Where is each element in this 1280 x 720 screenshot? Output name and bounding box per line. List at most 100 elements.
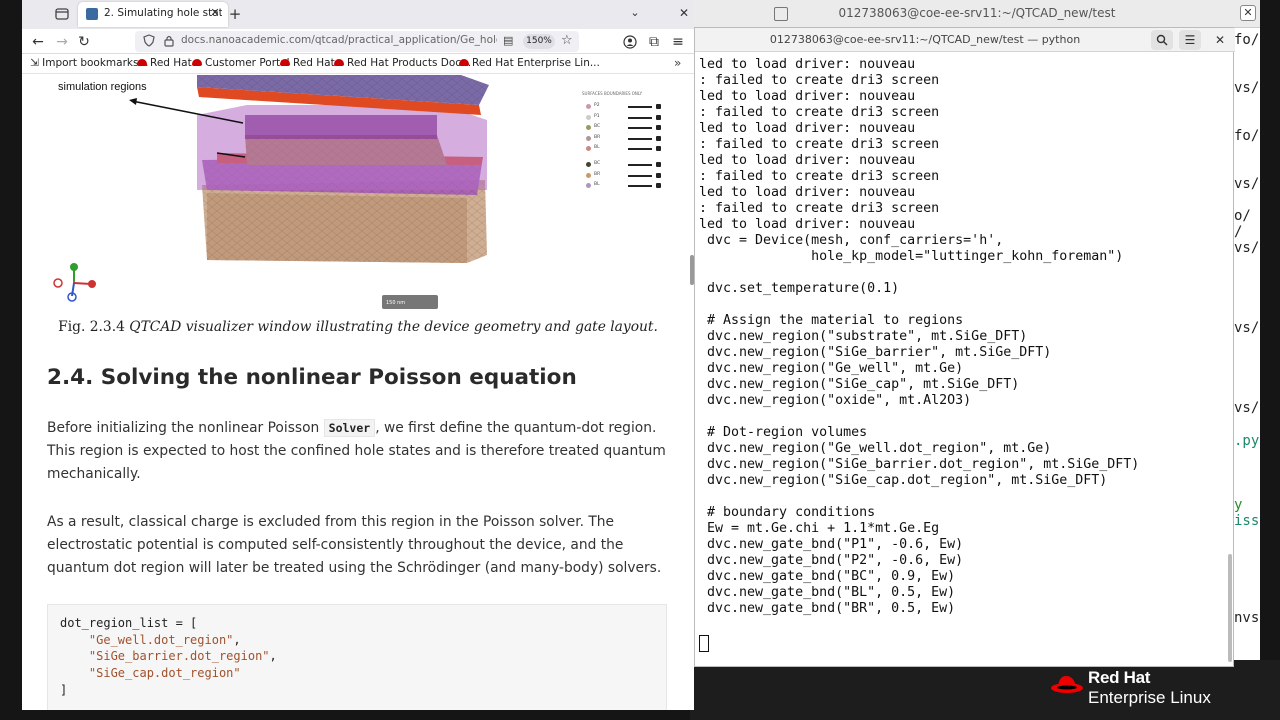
bookmark-import[interactable]: ⇲ Import bookmarks... <box>30 57 148 71</box>
panel-row-label: P1 <box>594 113 600 119</box>
checkbox[interactable] <box>656 104 661 109</box>
terminal-line: dvc.new_region("SiGe_cap.dot_region", mt… <box>699 473 1108 488</box>
tracking-shield-icon[interactable] <box>143 34 157 48</box>
figure-caption: Fig. 2.3.4 QTCAD visualizer window illus… <box>22 319 694 335</box>
browser-window[interactable]: 2. Simulating hole states in a ✕ + ⌄ ✕ ←… <box>22 0 694 710</box>
terminal-line: led to load driver: nouveau <box>699 185 916 200</box>
terminal-window[interactable]: 012738063@coe-ee-srv11:~/QTCAD_new/test … <box>694 27 1235 667</box>
bookmark-products-docs[interactable]: Red Hat Products Doc... <box>334 57 471 71</box>
tab-active[interactable]: 2. Simulating hole states in a ✕ <box>78 2 228 27</box>
tab-title: 2. Simulating hole states in a <box>104 7 222 19</box>
figure-visualizer: simulation regions 150 nm SURFACES BOUND… <box>47 75 667 315</box>
panel-row[interactable]: BR <box>586 172 662 180</box>
terminal-line: dvc.new_region("oxide", mt.Al2O3) <box>699 393 972 408</box>
checkbox[interactable] <box>656 114 661 120</box>
url-bar[interactable]: docs.nanoacademic.com/qtcad/practical_ap… <box>135 31 579 52</box>
code-block[interactable]: dot_region_list = [ "Ge_well.dot_region"… <box>47 604 667 710</box>
page-content[interactable]: simulation regions 150 nm SURFACES BOUND… <box>22 75 694 710</box>
panel-row[interactable]: BC <box>586 161 662 169</box>
chevron-down-icon[interactable]: ⌄ <box>628 6 642 22</box>
url-text[interactable]: docs.nanoacademic.com/qtcad/practical_ap… <box>181 34 497 46</box>
search-icon[interactable] <box>1151 30 1173 50</box>
panel-header: SURFACES BOUNDARIES ONLY <box>582 91 643 96</box>
new-tab-plus-icon[interactable]: + <box>228 6 242 22</box>
checkbox[interactable] <box>656 146 661 151</box>
redhat-logo: Red Hat Enterprise Linux <box>1050 668 1250 716</box>
terminal-cursor <box>699 635 709 652</box>
terminal-line: led to load driver: nouveau <box>699 153 916 168</box>
panel-row[interactable]: BL <box>586 182 662 190</box>
opacity-slider[interactable] <box>628 185 652 187</box>
redhat-icon <box>137 59 147 66</box>
page-info-icon[interactable] <box>163 34 177 48</box>
close-window-icon[interactable]: ✕ <box>677 6 691 22</box>
bookmark-star-icon[interactable]: ☆ <box>561 33 575 49</box>
terminal-line: led to load driver: nouveau <box>699 217 916 232</box>
bookmark-customer-portal[interactable]: Customer Portal <box>192 57 290 71</box>
tab-bar: 2. Simulating hole states in a ✕ + ⌄ ✕ <box>22 0 694 29</box>
opacity-slider[interactable] <box>628 106 652 108</box>
figure-caption-text: QTCAD visualizer window illustrating the… <box>129 319 658 335</box>
terminal-scrollbar[interactable] <box>1227 54 1233 664</box>
navigation-toolbar: ← → ↻ docs.nanoacademic.com/qtcad/practi… <box>22 29 694 54</box>
panel-row[interactable]: BC <box>586 124 662 132</box>
zoom-level-badge[interactable]: 150% <box>523 34 555 49</box>
terminal-text-fragment: .py <box>1234 433 1260 449</box>
bookmark-red-hat[interactable]: Red Hat <box>137 57 192 71</box>
hamburger-menu-icon[interactable]: ☰ <box>1179 30 1201 50</box>
close-tab-icon[interactable]: ✕ <box>208 6 222 20</box>
scale-bar: 150 nm <box>382 295 438 309</box>
checkbox[interactable] <box>656 172 661 178</box>
reader-view-icon[interactable]: ▤ <box>503 34 517 48</box>
terminal-line: dvc = Device(mesh, conf_carriers='h', <box>699 233 1004 248</box>
bookmark-rhel[interactable]: Red Hat Enterprise Lin... <box>459 57 600 71</box>
panel-row-label: BC <box>594 161 601 166</box>
opacity-slider[interactable] <box>628 127 652 129</box>
forward-arrow-icon[interactable]: → <box>52 32 72 52</box>
panel-row[interactable]: P2 <box>586 103 662 111</box>
inline-code: Solver <box>323 419 376 437</box>
bookmark-label: Red Hat <box>293 57 335 69</box>
terminal-scrollbar-thumb[interactable] <box>1228 554 1232 662</box>
reload-icon[interactable]: ↻ <box>74 32 94 52</box>
terminal-line: dvc.new_region("SiGe_cap", mt.SiGe_DFT) <box>699 377 1020 392</box>
color-dot-icon <box>586 125 591 130</box>
page-scrollbar[interactable] <box>690 75 694 710</box>
terminal-line: : failed to create dri3 screen <box>699 105 940 120</box>
extensions-puzzle-icon[interactable]: ⧉ <box>644 32 664 52</box>
tab-overview-icon[interactable] <box>54 6 70 22</box>
color-dot-icon <box>586 162 591 167</box>
opacity-slider[interactable] <box>628 174 652 177</box>
terminal-title: 012738063@coe-ee-srv11:~/QTCAD_new/test … <box>769 33 1081 46</box>
opacity-slider[interactable] <box>628 137 652 140</box>
redhat-icon <box>334 59 344 66</box>
bookmark-red-hat-2[interactable]: Red Hat <box>280 57 335 71</box>
hamburger-menu-icon[interactable]: ≡ <box>668 32 688 52</box>
account-icon[interactable] <box>620 32 640 52</box>
more-bookmarks-icon[interactable]: » <box>674 56 681 70</box>
opacity-slider[interactable] <box>628 164 652 166</box>
close-icon[interactable]: ✕ <box>1240 5 1256 21</box>
site-favicon-icon <box>86 8 98 20</box>
checkbox[interactable] <box>656 183 661 188</box>
terminal-titlebar[interactable]: 012738063@coe-ee-srv11:~/QTCAD_new/test … <box>695 28 1235 52</box>
terminal-output[interactable]: led to load driver: nouveau : failed to c… <box>699 54 1227 664</box>
panel-row[interactable]: P1 <box>586 114 662 122</box>
checkbox[interactable] <box>656 135 661 141</box>
simulation-regions-label: simulation regions <box>58 81 147 93</box>
opacity-slider[interactable] <box>628 116 652 119</box>
checkbox[interactable] <box>656 162 661 167</box>
back-arrow-icon[interactable]: ← <box>28 32 48 52</box>
color-dot-icon <box>586 135 591 141</box>
terminal-text-fragment: vs/ <box>1234 80 1260 96</box>
checkbox[interactable] <box>656 125 661 130</box>
background-terminal-titlebar[interactable]: 012738063@coe-ee-srv11:~/QTCAD_new/test … <box>694 0 1260 28</box>
terminal-text-fragment: fo/ <box>1234 128 1260 144</box>
panel-row[interactable]: BR <box>586 135 662 143</box>
panel-row[interactable]: BL <box>586 145 662 153</box>
terminal-text-fragment: o/ <box>1234 208 1251 224</box>
close-icon[interactable]: ✕ <box>1209 30 1231 50</box>
opacity-slider[interactable] <box>628 148 652 150</box>
brand-line2: Enterprise Linux <box>1088 688 1211 707</box>
page-scrollbar-thumb[interactable] <box>690 255 694 285</box>
